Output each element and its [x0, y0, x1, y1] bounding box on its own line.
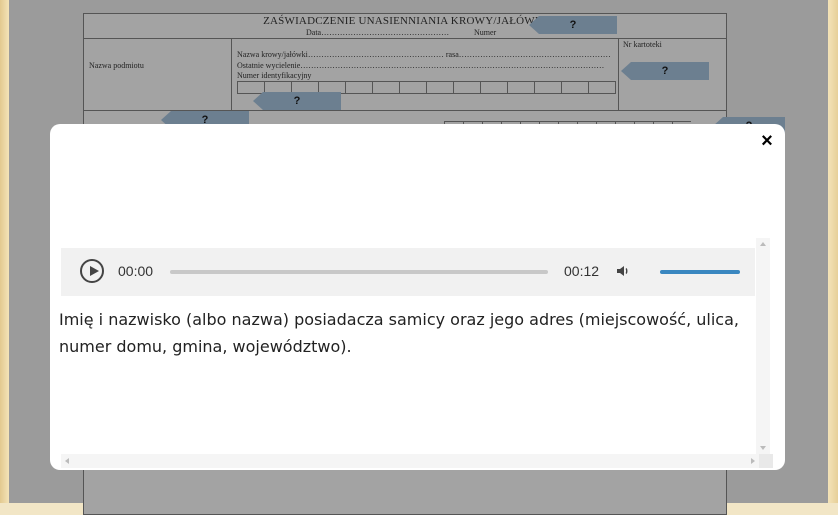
audio-progress-bar[interactable]: [170, 270, 548, 274]
scroll-up-icon[interactable]: [760, 242, 766, 246]
audio-player: 00:00 00:12: [61, 248, 755, 296]
hint-marker-id[interactable]: ?: [253, 92, 341, 110]
hint-description: Imię i nazwisko (albo nazwa) posiadacza …: [59, 310, 739, 356]
volume-slider[interactable]: [660, 270, 740, 274]
id-number-label: Numer identyfikacyjny: [237, 71, 312, 80]
hint-marker-title[interactable]: ?: [529, 16, 617, 34]
form-divider: [84, 38, 726, 39]
vertical-scrollbar[interactable]: [756, 238, 770, 454]
scroll-down-icon[interactable]: [760, 446, 766, 450]
cow-name-line: Nazwa krowy/jałówki…………………………………………… ras…: [237, 50, 611, 59]
duration-time: 00:12: [564, 263, 600, 279]
hint-marker-card[interactable]: ?: [621, 62, 709, 80]
scroll-right-icon[interactable]: [751, 458, 755, 464]
form-date-label: Data…………………………………………: [306, 28, 450, 37]
form-divider: [231, 38, 232, 110]
hint-modal: × 00:00 00:12 Imię i nazwisko (albo nazw…: [50, 124, 785, 470]
modal-content: 00:00 00:12 Imię i nazwisko (albo nazwa)…: [59, 238, 759, 454]
last-calving-line: Ostatnie wycielenie…………………………………………………………: [237, 61, 605, 70]
card-number-label: Nr kartoteki: [623, 40, 662, 49]
form-divider: [618, 38, 619, 110]
current-time: 00:00: [118, 263, 154, 279]
form-title: ZAŚWIADCZENIE UNASIENNIANIA KROWY/JAŁÓWK…: [263, 15, 547, 27]
play-icon[interactable]: [80, 259, 104, 283]
close-button[interactable]: ×: [758, 131, 776, 151]
entity-name-label: Nazwa podmiotu: [89, 61, 144, 70]
right-border: [828, 0, 838, 503]
form-divider: [84, 110, 726, 111]
volume-icon[interactable]: [615, 263, 631, 279]
scrollbar-corner: [759, 454, 773, 468]
form-number-label: Numer: [474, 28, 497, 37]
left-border: [0, 0, 9, 503]
horizontal-scrollbar[interactable]: [61, 454, 759, 468]
scroll-left-icon[interactable]: [65, 458, 69, 464]
